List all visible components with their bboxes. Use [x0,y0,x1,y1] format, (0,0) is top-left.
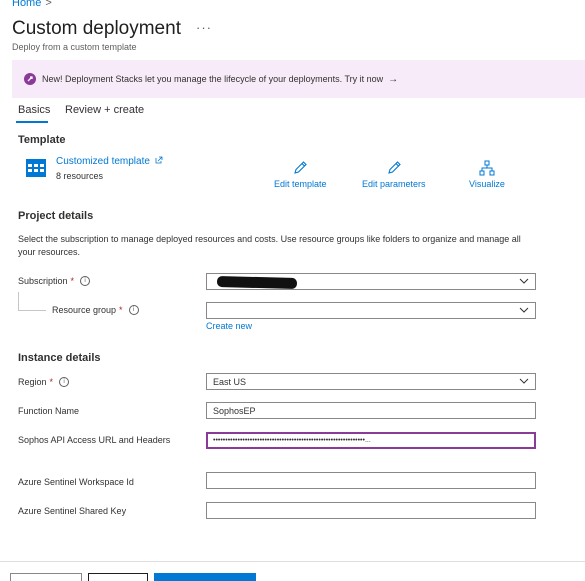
required-indicator: * [119,305,123,315]
workspace-id-input[interactable] [206,472,536,489]
region-value: East US [213,376,247,387]
customized-template-link[interactable]: Customized template [56,156,163,167]
edit-parameters-label: Edit parameters [362,179,426,189]
project-details-description: Select the subscription to manage deploy… [18,234,521,257]
footer-divider [0,561,585,562]
create-new-link[interactable]: Create new [206,321,252,331]
more-options-button[interactable]: ··· [196,20,212,35]
deployment-stacks-banner[interactable]: New! Deployment Stacks let you manage th… [12,60,585,98]
shared-key-input[interactable] [206,502,536,519]
template-resource-count: 8 resources [56,171,104,181]
resource-group-label-text: Resource group [52,305,117,315]
info-icon[interactable]: i [59,377,70,387]
workspace-id-label: Azure Sentinel Workspace Id [18,477,134,487]
page-title: Custom deployment [12,18,181,39]
region-label-text: Region [18,377,47,387]
subscription-label: Subscription * i [18,276,91,286]
active-tab-indicator [16,121,48,123]
pencil-icon [387,161,401,174]
function-name-label: Function Name [18,406,80,416]
footer-button[interactable] [88,573,148,581]
region-label: Region * i [18,377,70,387]
template-icon [26,159,46,177]
subscription-select[interactable] [206,273,536,290]
shared-key-label: Azure Sentinel Shared Key [18,506,127,516]
chevron-down-icon [519,307,529,313]
region-select[interactable]: East US [206,373,536,390]
customized-template-label: Customized template [56,156,150,167]
edit-template-label: Edit template [274,179,327,189]
footer-button[interactable] [10,573,82,581]
function-name-value: SophosEP [213,405,256,416]
breadcrumb-home-link[interactable]: Home [12,0,41,9]
chevron-down-icon [519,278,529,284]
resource-group-label: Resource group * i [52,305,139,315]
info-icon[interactable]: i [80,276,91,286]
visualize-label: Visualize [469,179,505,189]
info-icon[interactable]: i [128,305,139,315]
tree-connector [18,292,19,310]
pencil-icon [294,161,308,174]
rocket-icon [24,73,36,85]
redaction-mark [216,275,298,290]
template-heading: Template [18,134,66,146]
hierarchy-icon [479,160,495,176]
subscription-label-text: Subscription [18,276,68,286]
resource-group-select[interactable] [206,302,536,319]
project-details-heading: Project details [18,210,94,222]
page-subtitle: Deploy from a custom template [12,42,137,52]
tree-connector [18,310,46,311]
banner-text: New! Deployment Stacks let you manage th… [42,74,384,84]
edit-parameters-button[interactable]: Edit parameters [362,160,426,189]
function-name-input[interactable]: SophosEP [206,402,536,419]
breadcrumb-separator: > [45,0,52,9]
chevron-down-icon [519,378,529,384]
edit-template-button[interactable]: Edit template [274,160,327,189]
visualize-button[interactable]: Visualize [469,160,505,189]
sophos-api-label: Sophos API Access URL and Headers [18,435,171,445]
breadcrumb: Home > [12,0,52,9]
required-indicator: * [49,377,54,387]
external-link-icon [155,156,163,164]
sophos-api-value: ••••••••••••••••••••••••••••••••••••••••… [213,437,371,444]
required-indicator: * [70,276,75,286]
tab-basics[interactable]: Basics [18,104,50,116]
footer-primary-button[interactable] [154,573,256,581]
tab-review-create[interactable]: Review + create [65,104,144,116]
sophos-api-input[interactable]: ••••••••••••••••••••••••••••••••••••••••… [206,432,536,449]
instance-details-heading: Instance details [18,352,101,364]
arrow-right-icon: → [388,73,399,85]
